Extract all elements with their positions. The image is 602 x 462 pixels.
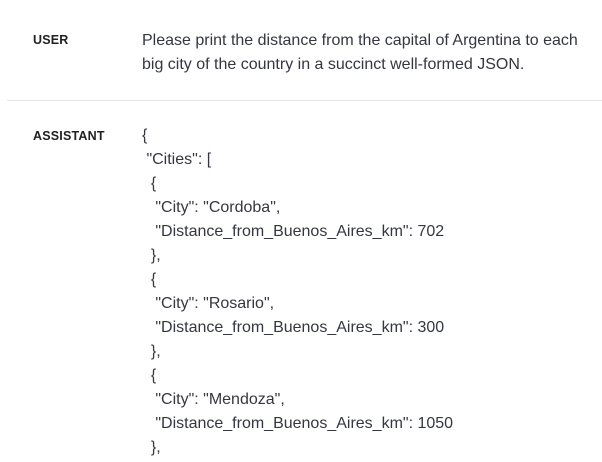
assistant-role-label: ASSISTANT: [33, 129, 105, 143]
assistant-message-text: { "Cities": [ { "City": "Cordoba", "Dist…: [142, 127, 454, 456]
user-message-row: USER Please print the distance from the …: [0, 0, 602, 100]
user-role-label: USER: [33, 33, 69, 47]
assistant-message-row: ASSISTANT { "Cities": [ { "City": "Cordo…: [0, 101, 602, 462]
user-message-text: Please print the distance from the capit…: [142, 32, 578, 73]
